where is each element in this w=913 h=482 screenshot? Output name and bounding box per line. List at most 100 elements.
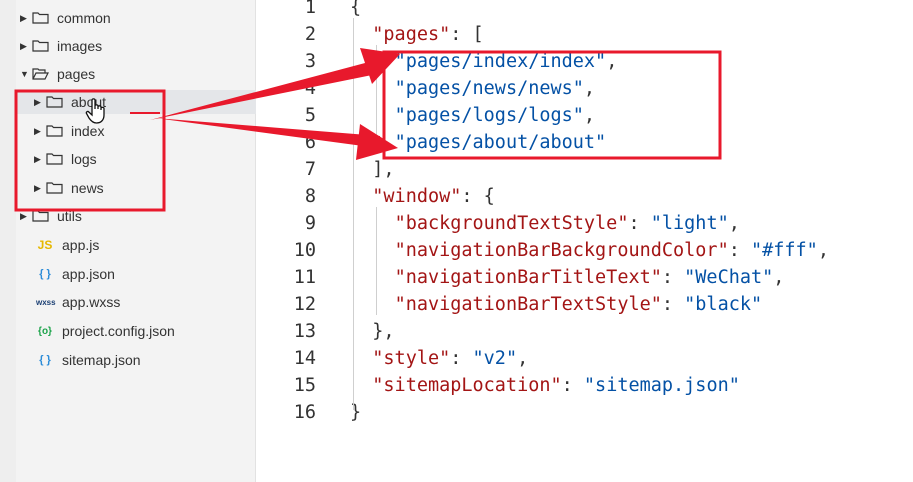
json-string: "#fff" — [750, 240, 818, 261]
line-number: 16 — [293, 402, 316, 423]
code-line[interactable]: 8 "window": { — [256, 183, 495, 210]
tree-item-app-json[interactable]: { } app.json — [36, 262, 115, 286]
indent-guide — [353, 18, 354, 410]
chevron-right-icon[interactable]: ▶ — [20, 13, 32, 24]
code-line[interactable]: 11 "navigationBarTitleText": "WeChat", — [256, 264, 785, 291]
tree-item-common[interactable]: ▶ common — [20, 6, 111, 30]
line-number: 12 — [293, 294, 316, 315]
json-string: "light" — [650, 213, 729, 234]
chevron-right-icon[interactable]: ▶ — [34, 183, 46, 194]
json-punctuation: , — [817, 240, 829, 261]
line-number: 7 — [304, 159, 316, 180]
tree-item-label: logs — [71, 151, 97, 167]
json-string: "sitemap.json" — [583, 375, 740, 396]
code-line[interactable]: 5 "pages/logs/logs", — [256, 102, 595, 129]
line-number: 11 — [293, 267, 316, 288]
json-punctuation — [350, 294, 395, 315]
line-number: 5 — [304, 105, 316, 126]
chevron-right-icon[interactable]: ▶ — [20, 211, 32, 222]
json-punctuation — [350, 78, 395, 99]
tree-item-label: news — [71, 180, 104, 196]
js-file-icon: JS — [37, 238, 53, 252]
tree-item-label: app.js — [62, 237, 100, 253]
tree-item-about[interactable]: ▶ about — [16, 90, 273, 114]
code-line[interactable]: 4 "pages/news/news", — [256, 75, 595, 102]
chevron-right-icon[interactable]: ▶ — [34, 97, 46, 108]
line-number: 1 — [304, 0, 316, 18]
json-punctuation: : { — [461, 186, 495, 207]
json-key: "backgroundTextStyle" — [394, 213, 629, 234]
json-punctuation: , — [606, 51, 618, 72]
indent-guide — [376, 45, 377, 153]
config-file-icon: {o} — [38, 325, 52, 337]
tree-item-app-wxss[interactable]: wxss app.wxss — [36, 290, 120, 314]
json-string: "pages/about/about" — [394, 132, 607, 153]
tree-item-label: sitemap.json — [62, 352, 141, 368]
code-line[interactable]: 10 "navigationBarBackgroundColor": "#fff… — [256, 237, 829, 264]
tree-item-app-js[interactable]: JS app.js — [36, 233, 100, 257]
tree-item-news[interactable]: ▶ news — [34, 176, 104, 200]
json-punctuation — [350, 132, 395, 153]
code-line[interactable]: 13 }, — [256, 318, 395, 345]
tree-item-logs[interactable]: ▶ logs — [34, 147, 97, 171]
tree-item-project-config-json[interactable]: {o} project.config.json — [36, 319, 175, 343]
code-line[interactable]: 6 "pages/about/about" — [256, 129, 606, 156]
code-line[interactable]: 12 "navigationBarTextStyle": "black" — [256, 291, 762, 318]
json-key: "navigationBarBackgroundColor" — [394, 240, 729, 261]
tree-item-label: index — [71, 123, 105, 139]
line-number: 15 — [293, 375, 316, 396]
tree-item-utils[interactable]: ▶ utils — [20, 204, 82, 228]
json-punctuation: , — [583, 105, 596, 126]
code-line[interactable]: 3 "pages/index/index", — [256, 48, 617, 75]
indent-guide — [376, 207, 377, 315]
tree-item-label: app.wxss — [62, 294, 121, 310]
chevron-right-icon[interactable]: ▶ — [34, 126, 46, 137]
code-line[interactable]: 14 "style": "v2", — [256, 345, 529, 372]
json-string: "v2" — [472, 348, 518, 369]
json-punctuation: : — [450, 348, 473, 369]
chevron-right-icon[interactable]: ▶ — [20, 41, 32, 52]
tree-item-label: images — [57, 38, 103, 54]
folder-icon — [46, 125, 63, 137]
json-key: "sitemapLocation" — [372, 375, 562, 396]
json-file-icon: { } — [39, 268, 51, 280]
wxss-file-icon: wxss — [36, 297, 56, 307]
sidebar-gutter — [0, 0, 16, 482]
tree-item-images[interactable]: ▶ images — [20, 34, 102, 58]
tree-item-label: utils — [57, 208, 82, 224]
folder-icon — [32, 40, 49, 52]
folder-icon — [46, 96, 63, 108]
json-punctuation: , — [728, 213, 740, 234]
json-punctuation: : — [728, 240, 751, 261]
json-punctuation: , — [583, 78, 596, 99]
json-string: "black" — [684, 294, 763, 315]
code-line[interactable]: 1{ — [256, 0, 361, 21]
json-punctuation — [350, 51, 395, 72]
tree-item-label: pages — [57, 66, 96, 82]
line-number: 14 — [293, 348, 316, 369]
tree-item-sitemap-json[interactable]: { } sitemap.json — [36, 348, 141, 372]
chevron-right-icon[interactable]: ▶ — [34, 154, 46, 165]
code-line[interactable]: 7 ], — [256, 156, 395, 183]
tree-item-pages[interactable]: ▼ pages — [20, 62, 95, 86]
code-line[interactable]: 2 "pages": [ — [256, 21, 484, 48]
json-punctuation: : [ — [450, 24, 484, 45]
json-punctuation: : — [661, 267, 685, 288]
json-string: "WeChat" — [684, 267, 774, 288]
folder-open-icon — [32, 68, 49, 80]
folder-icon — [32, 12, 49, 24]
json-file-icon: { } — [39, 354, 51, 366]
line-number: 10 — [293, 240, 316, 261]
json-key: "pages" — [372, 24, 451, 45]
code-line[interactable]: 16} — [256, 399, 361, 426]
code-line[interactable]: 15 "sitemapLocation": "sitemap.json" — [256, 372, 740, 399]
code-line[interactable]: 9 "backgroundTextStyle": "light", — [256, 210, 740, 237]
chevron-down-icon[interactable]: ▼ — [20, 69, 32, 79]
code-editor[interactable]: 1{2 "pages": [3 "pages/index/index", 4 "p… — [256, 0, 913, 482]
json-punctuation: { — [350, 0, 362, 18]
tree-item-label: app.json — [62, 266, 115, 282]
hand-cursor-icon — [85, 98, 105, 124]
json-key: "navigationBarTextStyle" — [394, 294, 662, 315]
json-punctuation — [350, 213, 395, 234]
json-punctuation: }, — [350, 321, 395, 342]
